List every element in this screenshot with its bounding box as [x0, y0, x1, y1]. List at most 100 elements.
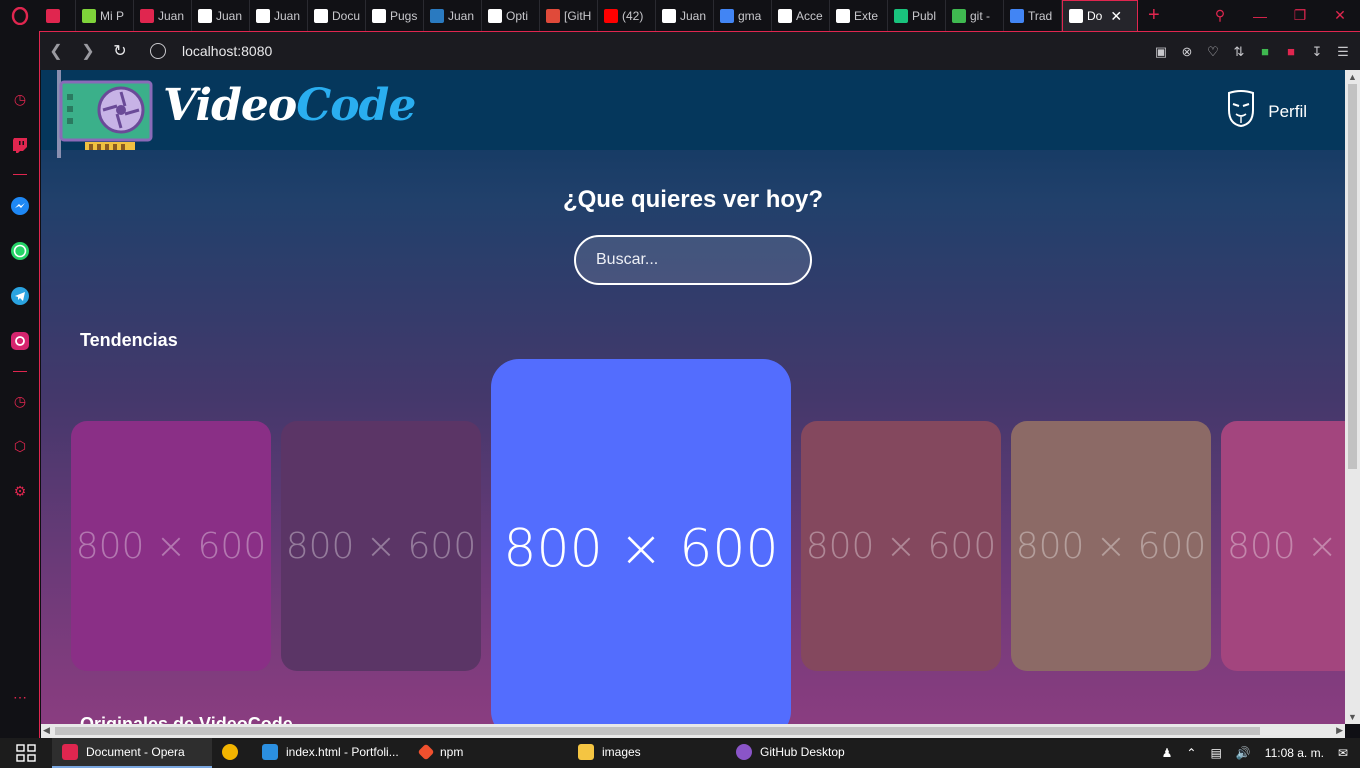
profile-link[interactable]: Perfil: [1226, 90, 1307, 133]
clock[interactable]: 11:08 a. m.: [1265, 746, 1324, 760]
carousel-card[interactable]: 800 × 600: [281, 421, 481, 671]
more-options-icon[interactable]: ⋯: [10, 687, 30, 707]
tab-title: Do: [1087, 9, 1103, 23]
browser-tab[interactable]: Opti: [482, 0, 540, 31]
new-tab-button[interactable]: +: [1138, 4, 1170, 27]
originals-title: Originales de VideoCode: [80, 714, 293, 724]
tab-close-icon[interactable]: ✕: [1110, 8, 1122, 25]
settings-gear-icon[interactable]: ⚙: [10, 481, 30, 501]
instagram-icon[interactable]: [10, 331, 30, 351]
browser-tab[interactable]: Juan: [250, 0, 308, 31]
brand-logo[interactable]: VideoCode: [163, 80, 416, 131]
carousel-card[interactable]: 800 × 600: [1011, 421, 1211, 671]
volume-icon[interactable]: 🔊: [1236, 746, 1251, 760]
swoosh-icon: [140, 8, 154, 23]
scroll-left-arrow-icon[interactable]: ◀: [43, 725, 50, 736]
browser-tab[interactable]: Juan: [192, 0, 250, 31]
reload-button[interactable]: ↻: [104, 41, 136, 61]
windows-taskbar: Document - Opera index.html - Portfoli..…: [0, 738, 1360, 768]
github-icon: [198, 8, 212, 23]
tab-title: Docu: [332, 8, 361, 23]
browser-tab[interactable]: [GitH: [540, 0, 598, 31]
twitch-icon[interactable]: [10, 135, 30, 155]
network-icon[interactable]: ▤: [1210, 746, 1221, 760]
extension-icon[interactable]: ■: [1284, 44, 1298, 59]
easy-setup-icon[interactable]: ☰: [1336, 44, 1350, 59]
maximize-button[interactable]: ❐: [1280, 7, 1320, 24]
carousel-card-featured[interactable]: 800 × 600: [491, 359, 791, 724]
browser-tab[interactable]: Pugs: [366, 0, 424, 31]
tab-title: Juan: [158, 8, 185, 23]
scroll-down-arrow-icon[interactable]: ▼: [1348, 712, 1357, 722]
taskbar-item-opera[interactable]: Document - Opera: [52, 738, 212, 768]
download-icon[interactable]: ↧: [1310, 44, 1324, 59]
browser-tab[interactable]: Juan: [424, 0, 482, 31]
diamond-icon: [82, 8, 96, 23]
snapshot-icon[interactable]: ▣: [1154, 44, 1168, 59]
tab-title: [GitH: [564, 8, 592, 23]
folder-icon: [578, 744, 594, 760]
web-page: VideoCode Perfil ¿Que quieres ver hoy? T…: [41, 70, 1345, 724]
taskbar-item-chrome[interactable]: [212, 738, 252, 768]
logo-graphics-card-icon[interactable]: [55, 70, 155, 158]
opera-menu-icon[interactable]: [0, 0, 40, 31]
browser-tab[interactable]: Do ✕: [1062, 0, 1138, 31]
extension-cube-icon[interactable]: ■: [1258, 44, 1272, 59]
vertical-scrollbar[interactable]: ▲ ▼: [1345, 70, 1360, 724]
browser-tab[interactable]: gma: [714, 0, 772, 31]
browser-tab[interactable]: Docu: [308, 0, 366, 31]
github-icon: [662, 8, 676, 23]
browser-tab[interactable]: Exte: [830, 0, 888, 31]
browser-tab[interactable]: Mi P: [76, 0, 134, 31]
taskbar-item-github-desktop[interactable]: GitHub Desktop: [726, 738, 906, 768]
back-button[interactable]: ❮: [40, 41, 72, 61]
browser-tab[interactable]: git -: [946, 0, 1004, 31]
url-field[interactable]: localhost:8080: [182, 43, 272, 59]
scroll-right-arrow-icon[interactable]: ▶: [1336, 725, 1343, 736]
taskbar-item-vscode[interactable]: index.html - Portfoli...: [252, 738, 410, 768]
heart-icon[interactable]: ♡: [1206, 44, 1220, 59]
tab-title: gma: [738, 8, 762, 23]
vpn-icon[interactable]: ⇅: [1232, 44, 1246, 59]
youtube-icon: [604, 8, 618, 23]
whatsapp-icon[interactable]: [10, 241, 30, 261]
notifications-icon[interactable]: ✉: [1338, 746, 1348, 760]
carousel-card[interactable]: 800 × 600: [1221, 421, 1345, 671]
search-input[interactable]: [574, 235, 812, 285]
brand-part-video: Video: [163, 80, 297, 131]
forward-button[interactable]: ❯: [72, 41, 104, 61]
carousel-card[interactable]: 800 × 600: [71, 421, 271, 671]
history-icon[interactable]: ◷: [10, 391, 30, 411]
browser-tab[interactable]: [40, 0, 76, 31]
tab-title: Opti: [506, 8, 529, 23]
browser-tab[interactable]: Trad: [1004, 0, 1062, 31]
browser-tab[interactable]: Juan: [134, 0, 192, 31]
browser-tab[interactable]: Acce: [772, 0, 830, 31]
people-icon[interactable]: ♟: [1162, 746, 1173, 760]
document-icon: [372, 8, 386, 23]
vertical-scroll-thumb[interactable]: [1348, 84, 1357, 469]
scroll-up-arrow-icon[interactable]: ▲: [1348, 72, 1357, 82]
task-view-icon[interactable]: [0, 738, 52, 768]
minimize-button[interactable]: —: [1240, 8, 1280, 24]
chevron-up-icon[interactable]: ⌃: [1186, 746, 1196, 760]
document-icon: [1069, 9, 1083, 23]
sidebar-divider: [13, 371, 27, 372]
browser-tab[interactable]: Juan: [656, 0, 714, 31]
tab-search-icon[interactable]: ⚲: [1200, 7, 1240, 24]
messenger-icon[interactable]: [10, 196, 30, 216]
taskbar-item-npm[interactable]: npm: [410, 738, 568, 768]
telegram-icon[interactable]: [10, 286, 30, 306]
close-window-button[interactable]: ✕: [1320, 7, 1360, 24]
horizontal-scroll-thumb[interactable]: [55, 727, 1260, 735]
ad-block-icon[interactable]: ⊗: [1180, 44, 1194, 59]
browser-tab[interactable]: Publ: [888, 0, 946, 31]
github-icon: [256, 8, 270, 23]
carousel-card[interactable]: 800 × 600: [801, 421, 1001, 671]
speed-dial-icon[interactable]: ◷: [10, 89, 30, 109]
taskbar-item-images[interactable]: images: [568, 738, 726, 768]
browser-tab[interactable]: (42): [598, 0, 656, 31]
extensions-icon[interactable]: ⬡: [10, 436, 30, 456]
git-icon: [417, 743, 435, 761]
horizontal-scrollbar[interactable]: ◀ ▶: [41, 724, 1345, 738]
